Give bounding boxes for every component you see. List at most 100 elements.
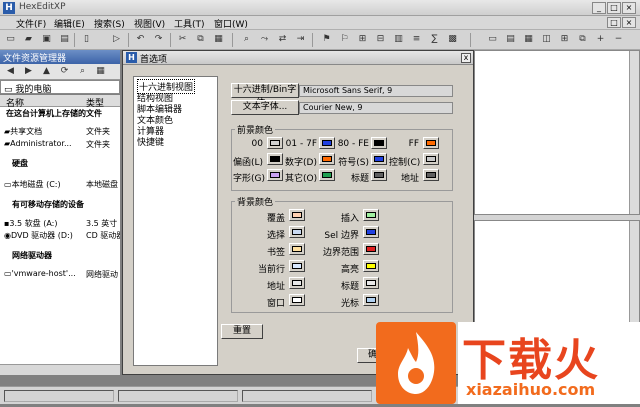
fg-swatch-glyph[interactable] [267, 169, 283, 181]
redo-icon[interactable]: ↷ [152, 33, 165, 46]
bg-swatch-address[interactable] [289, 277, 305, 289]
struct-view-icon[interactable]: ▦ [522, 33, 535, 46]
menu-file[interactable]: 文件(F) [16, 17, 46, 30]
insert-icon[interactable]: ⊞ [356, 33, 369, 46]
menu-edit[interactable]: 编辑(E) [54, 17, 85, 30]
fg-swatch-01-7f[interactable] [319, 137, 335, 149]
menu-search[interactable]: 搜索(S) [94, 17, 125, 30]
new-file-icon[interactable]: ▭ [4, 33, 17, 46]
explorer-hscrollbar[interactable] [0, 364, 120, 375]
list-item[interactable]: ▰共享文档 文件夹 [0, 126, 120, 138]
editor-vscrollbar[interactable] [629, 51, 639, 214]
hex-view-icon[interactable]: ▭ [486, 33, 499, 46]
bg-swatch-sel-border[interactable] [363, 226, 379, 238]
toolbar-separator [74, 33, 75, 47]
menu-window[interactable]: 窗口(W) [214, 17, 248, 30]
close-button[interactable]: × [622, 2, 636, 14]
fg-label-01-7f: 01 - 7F [285, 139, 317, 149]
checksum-icon[interactable]: ∑ [428, 33, 441, 46]
list-group-header: 网络驱动器 [12, 251, 52, 260]
text-font-value: Courier New, 9 [299, 102, 453, 114]
dialog-close-button[interactable]: x [461, 53, 471, 63]
play-icon[interactable]: ▷ [110, 33, 123, 46]
text-view-icon[interactable]: ▤ [504, 33, 517, 46]
cascade-icon[interactable]: ⧉ [576, 33, 589, 46]
fg-swatch-symbol[interactable] [371, 153, 387, 165]
hex-font-button[interactable]: 十六进制/Bin字体... [231, 83, 299, 108]
forward-icon[interactable]: ▶ [22, 65, 35, 78]
back-icon[interactable]: ◀ [4, 65, 17, 78]
undo-icon[interactable]: ↶ [134, 33, 147, 46]
fill-icon[interactable]: ▥ [392, 33, 405, 46]
bg-swatch-select[interactable] [289, 226, 305, 238]
replace-icon[interactable]: ⇄ [276, 33, 289, 46]
title-bar: H HexEditXP _ □ × [0, 0, 640, 16]
split-view-icon[interactable]: ◫ [540, 33, 553, 46]
fg-swatch-ff[interactable] [423, 137, 439, 149]
watermark-text-block: 下载火 xiazaihuo.com [458, 322, 640, 404]
fg-color-address [426, 172, 436, 178]
save-icon[interactable]: ▣ [40, 33, 53, 46]
cut-icon[interactable]: ✂ [176, 33, 189, 46]
toolbar-separator [128, 33, 129, 47]
bookmark-next-icon[interactable]: ⚐ [338, 33, 351, 46]
explorer-address[interactable]: ▭ 我的电脑 [0, 80, 120, 95]
zoom-out-icon[interactable]: − [612, 33, 625, 46]
reset-button[interactable]: 重置 [221, 324, 263, 339]
bg-swatch-highlight[interactable] [363, 260, 379, 272]
fg-swatch-address[interactable] [423, 169, 439, 181]
find-next-icon[interactable]: ⤳ [258, 33, 271, 46]
fg-swatch-00[interactable] [267, 137, 283, 149]
fg-swatch-80-fe[interactable] [371, 137, 387, 149]
bg-swatch-title[interactable] [363, 277, 379, 289]
list-group-header: 硬盘 [12, 159, 28, 168]
category-shortcuts[interactable]: 快捷键 [137, 135, 164, 148]
list-item[interactable]: ▭'vmware-host'... 网络驱动 [0, 269, 120, 281]
search-icon[interactable]: ⌕ [76, 65, 89, 78]
list-item[interactable]: ▰Administrator... 文件夹 [0, 139, 120, 151]
bg-label-cursor: 光标 [340, 299, 359, 309]
document-icon[interactable]: ▯ [80, 33, 93, 46]
paste-icon[interactable]: ▦ [212, 33, 225, 46]
views-icon[interactable]: ▦ [94, 65, 107, 78]
up-folder-icon[interactable]: ▲ [40, 65, 53, 78]
tile-icon[interactable]: ⊞ [558, 33, 571, 46]
bg-swatch-bookmark[interactable] [289, 243, 305, 255]
list-item[interactable]: ▪3.5 软盘 (A:) 3.5 英寸 [0, 218, 120, 230]
fg-label-title: 标题 [350, 174, 369, 184]
maximize-button[interactable]: □ [607, 2, 621, 14]
fg-swatch-digit[interactable] [319, 153, 335, 165]
fg-swatch-title[interactable] [371, 169, 387, 181]
doc-close-button[interactable]: × [622, 17, 636, 28]
fg-swatch-control[interactable] [423, 153, 439, 165]
bg-swatch-window[interactable] [289, 294, 305, 306]
minimize-button[interactable]: _ [592, 2, 606, 14]
list-item[interactable]: ▭本地磁盘 (C:) 本地磁盘 [0, 179, 120, 191]
text-font-button[interactable]: 文本字体... [231, 100, 299, 115]
list-item[interactable]: ◉DVD 驱动器 (D:)CD 驱动器 [0, 230, 120, 242]
goto-icon[interactable]: ⇥ [294, 33, 307, 46]
find-icon[interactable]: ⌕ [240, 33, 253, 46]
open-folder-icon[interactable]: ▰ [22, 33, 35, 46]
fg-swatch-pianhan[interactable] [267, 153, 283, 165]
refresh-icon[interactable]: ⟳ [58, 65, 71, 78]
fg-label-other: 其它(O) [285, 174, 318, 184]
foreground-group-label: 前景颜色 [235, 123, 276, 136]
delete-icon[interactable]: ⊟ [374, 33, 387, 46]
bg-swatch-current-line[interactable] [289, 260, 305, 272]
zoom-in-icon[interactable]: + [594, 33, 607, 46]
menu-view[interactable]: 视图(V) [134, 17, 165, 30]
editor-pane-top[interactable] [474, 50, 640, 215]
menu-tools[interactable]: 工具(T) [174, 17, 205, 30]
bg-swatch-border-range[interactable] [363, 243, 379, 255]
compare-icon[interactable]: ≡ [410, 33, 423, 46]
fg-swatch-other[interactable] [319, 169, 335, 181]
bookmark-icon[interactable]: ⚑ [320, 33, 333, 46]
bg-swatch-overwrite[interactable] [289, 209, 305, 221]
calculator-icon[interactable]: ▩ [446, 33, 459, 46]
print-icon[interactable]: ▤ [58, 33, 71, 46]
bg-swatch-insert[interactable] [363, 209, 379, 221]
bg-swatch-cursor[interactable] [363, 294, 379, 306]
copy-icon[interactable]: ⧉ [194, 33, 207, 46]
doc-restore-button[interactable]: □ [607, 17, 621, 28]
